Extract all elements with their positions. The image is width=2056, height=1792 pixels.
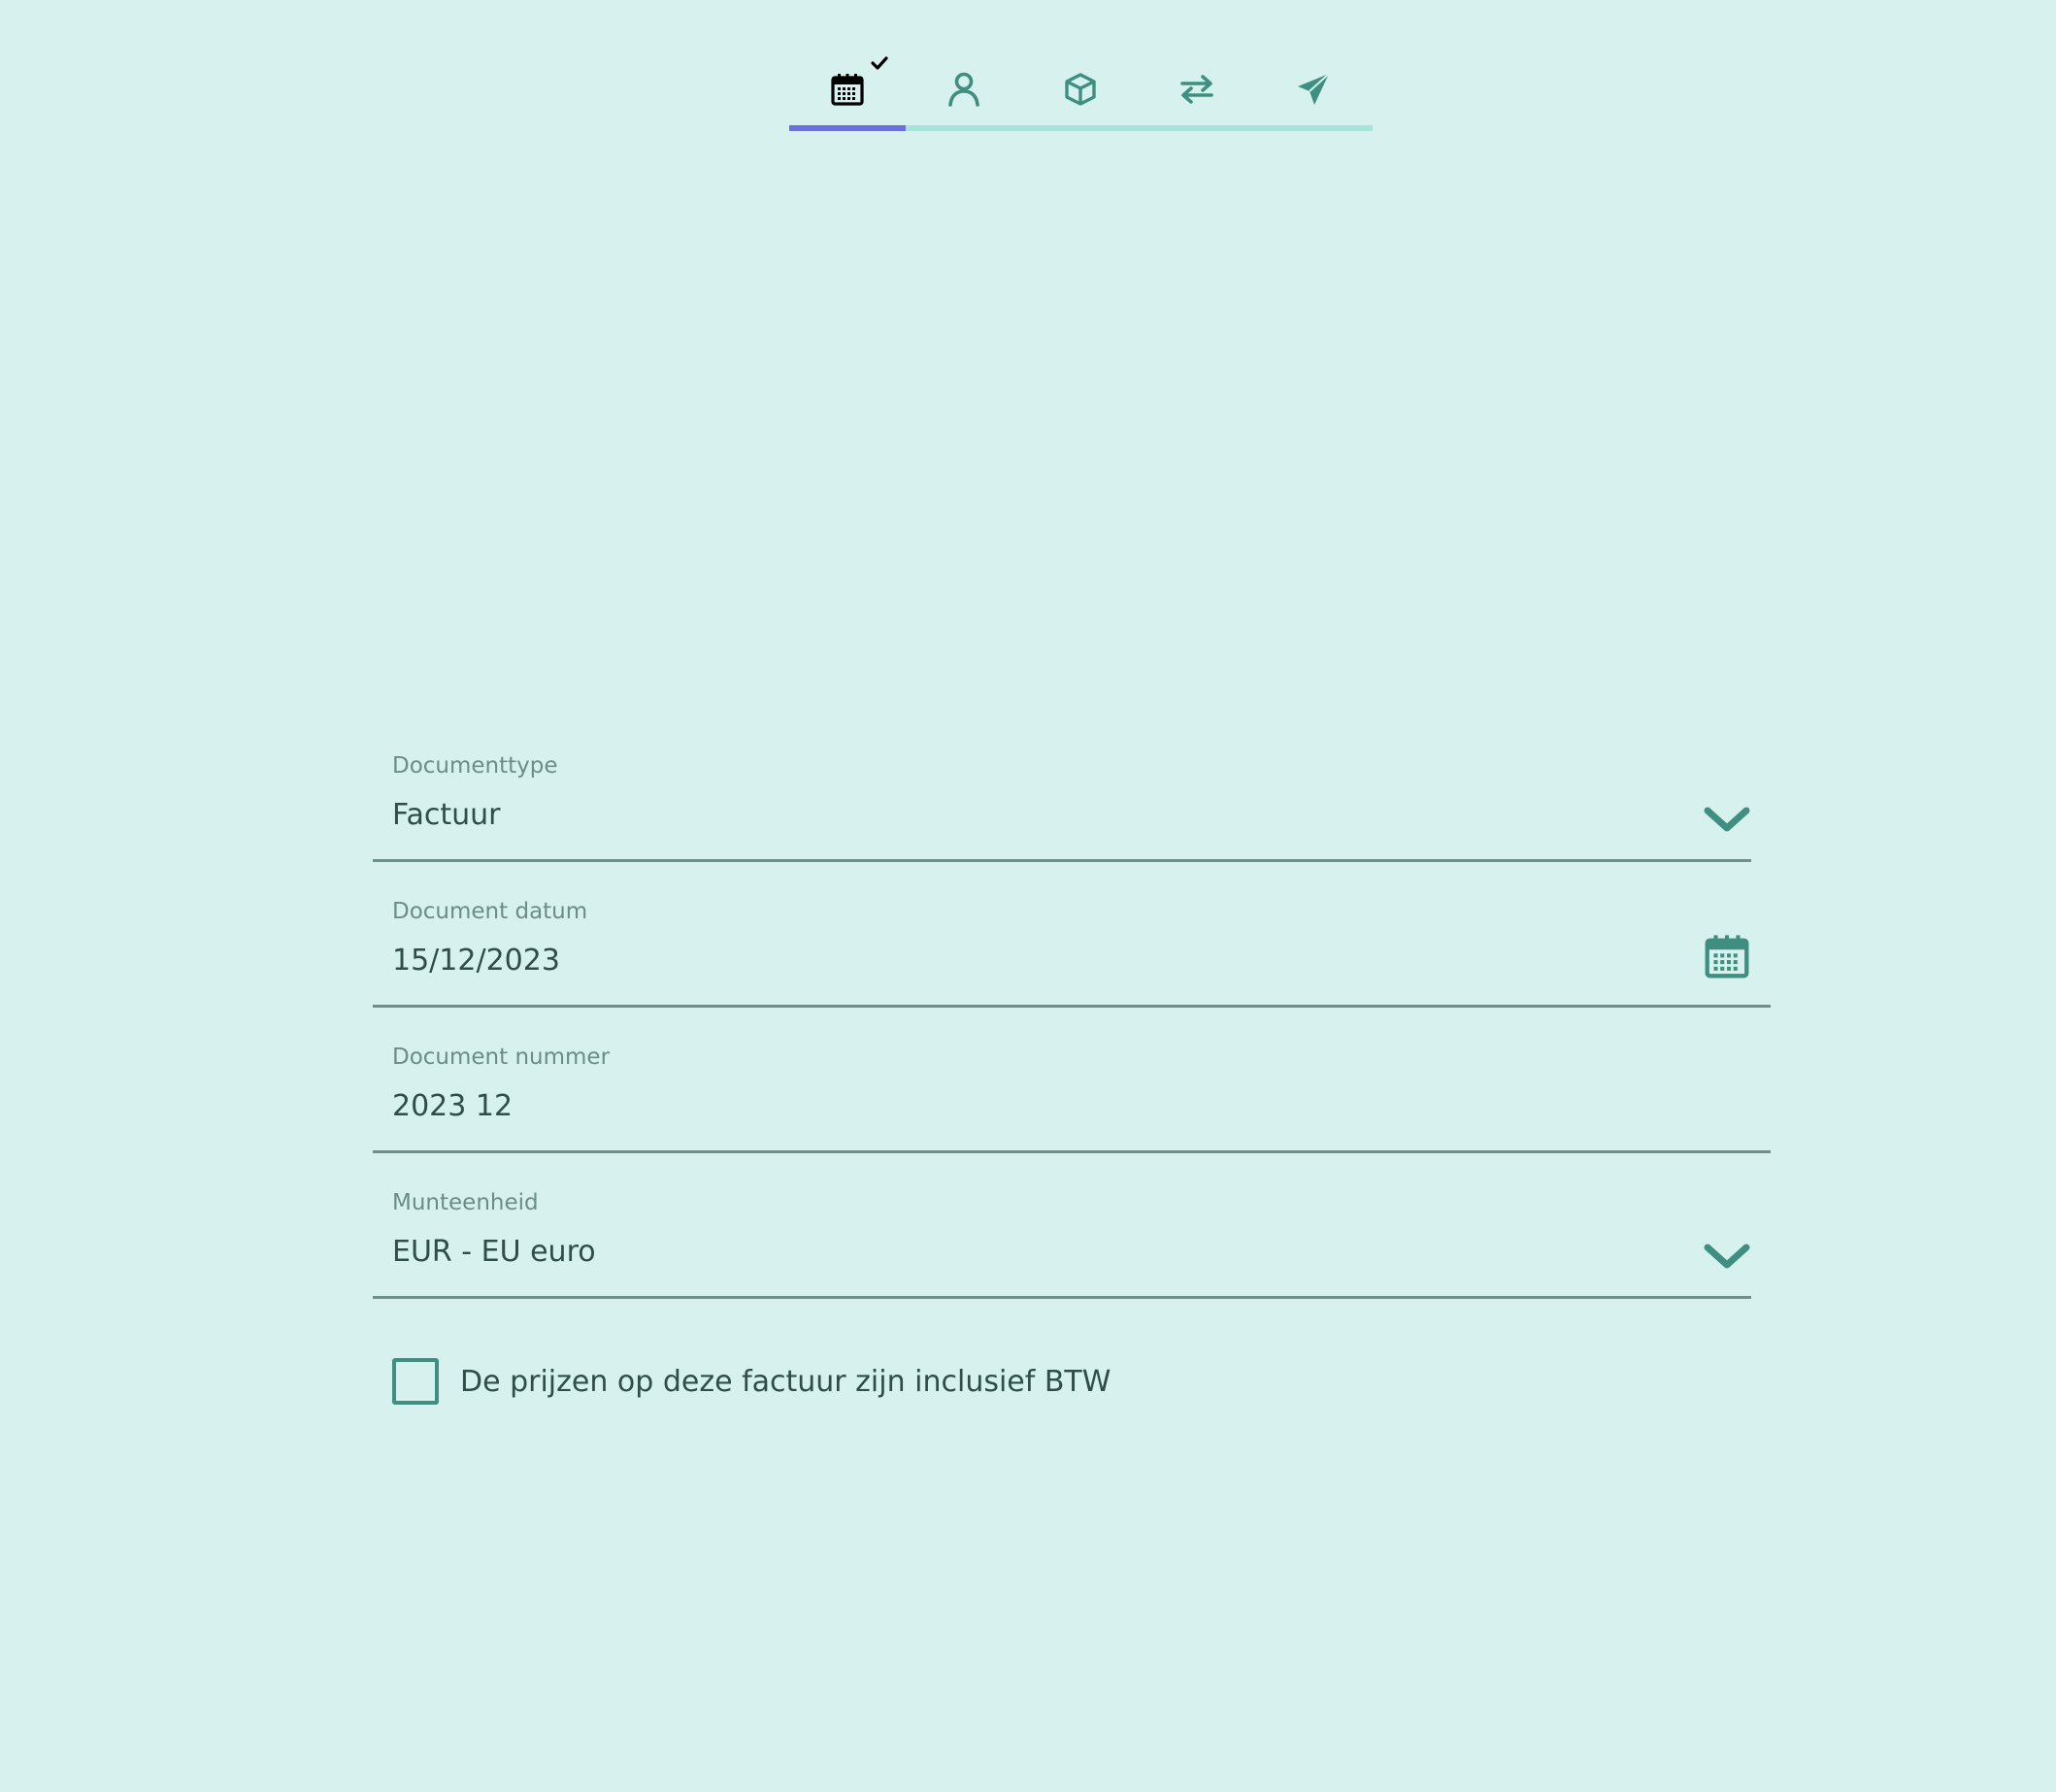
step-person[interactable] [906, 50, 1022, 128]
document-date-underline [373, 1005, 1771, 1008]
document-date-value: 15/12/2023 [392, 944, 560, 978]
documenttype-value: Factuur [392, 798, 501, 832]
check-icon [871, 56, 888, 70]
vat-inclusive-row[interactable]: De prijzen op deze factuur zijn inclusie… [392, 1357, 1111, 1406]
documenttype-label: Documenttype [392, 753, 558, 779]
currency-label: Munteenheid [392, 1190, 539, 1215]
paper-plane-icon [1296, 72, 1331, 107]
calendar-icon [831, 73, 864, 106]
person-icon [947, 72, 980, 107]
document-number-underline [373, 1150, 1771, 1153]
currency-underline [373, 1296, 1751, 1299]
step-calendar[interactable] [789, 50, 906, 128]
currency-value: EUR - EU euro [392, 1235, 596, 1269]
stepper-progress [789, 125, 907, 131]
box-icon [1064, 73, 1097, 106]
transfer-arrows-icon [1179, 74, 1214, 105]
vat-inclusive-label[interactable]: De prijzen op deze factuur zijn inclusie… [460, 1365, 1111, 1399]
documenttype-select[interactable]: Documenttype Factuur [373, 747, 1751, 864]
document-date-label: Document datum [392, 899, 588, 924]
documenttype-underline [373, 859, 1751, 862]
chevron-down-icon[interactable] [1703, 804, 1751, 839]
step-box[interactable] [1022, 50, 1139, 128]
step-transfer[interactable] [1139, 50, 1255, 128]
document-number-field[interactable]: Document nummer 2023 12 [373, 1039, 1771, 1155]
chevron-down-icon[interactable] [1703, 1241, 1751, 1276]
calendar-icon[interactable] [1705, 934, 1749, 982]
vat-inclusive-checkbox[interactable] [392, 1358, 439, 1405]
currency-select[interactable]: Munteenheid EUR - EU euro [373, 1184, 1751, 1301]
document-number-label: Document nummer [392, 1045, 611, 1070]
document-date-field[interactable]: Document datum 15/12/2023 [373, 893, 1771, 1010]
stepper [789, 50, 1373, 132]
document-number-value: 2023 12 [392, 1089, 514, 1123]
stepper-track [789, 125, 1373, 131]
step-send[interactable] [1255, 50, 1372, 128]
